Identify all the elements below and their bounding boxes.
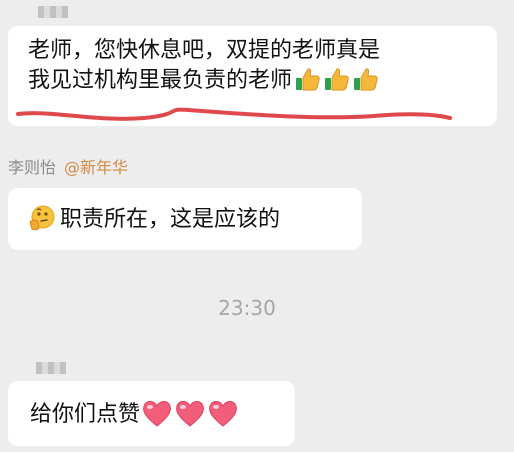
chat-screen: 老师，您快休息吧，双提的老师真是 我见过机构里最负责的老师 李则怡 @新年华 职责 (0, 0, 514, 452)
message-2-text: 职责所在，这是应该的 (60, 207, 281, 232)
thumbs-up-icon (354, 68, 378, 91)
sender-mention[interactable]: @新年华 (64, 158, 128, 177)
blurred-avatar-bottom (36, 362, 66, 374)
thumbs-up-icon (296, 68, 320, 91)
message-1-line-2-wrapper: 我见过机构里最负责的老师 (28, 66, 497, 96)
thumbs-up-icon (325, 68, 349, 91)
heart-icon (209, 401, 237, 427)
heart-icon (176, 401, 204, 427)
sender-name[interactable]: 李则怡 (8, 158, 56, 177)
message-1-line-1: 老师，您快休息吧，双提的老师真是 (28, 38, 381, 63)
thinking-face-icon (29, 205, 55, 231)
heart-icon (143, 401, 171, 427)
message-3-text: 给你们点赞 (30, 402, 141, 427)
message-1-line-2: 我见过机构里最负责的老师 (28, 68, 293, 93)
message-bubble-3[interactable]: 给你们点赞 (8, 381, 295, 446)
sender-line: 李则怡 @新年华 (8, 154, 128, 178)
message-bubble-2[interactable]: 职责所在，这是应该的 (8, 188, 362, 250)
red-underline-annotation (16, 107, 452, 121)
blurred-avatar-top (38, 6, 68, 18)
timestamp: 23:30 (218, 296, 276, 320)
